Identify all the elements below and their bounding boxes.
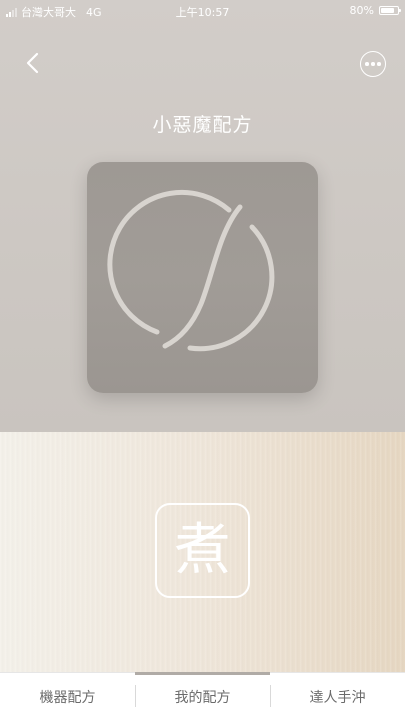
battery-icon (379, 6, 401, 15)
chevron-left-icon (26, 52, 39, 74)
status-time: 上午10:57 (175, 6, 230, 19)
battery-percent: 80% (349, 4, 374, 17)
recipe-card (87, 162, 318, 393)
page-title: 小惡魔配方 (152, 114, 253, 136)
tab-label: 機器配方 (39, 689, 96, 706)
cook-button-label: 煮 (174, 517, 231, 583)
more-horizontal-icon (365, 62, 369, 66)
recipe-logo-icon (107, 189, 275, 352)
tab-expert-pour-over[interactable]: 達人手沖 (270, 673, 405, 720)
status-bar-right: 80% (349, 4, 401, 17)
tab-label: 我的配方 (174, 689, 231, 706)
more-options-button[interactable] (360, 51, 386, 77)
header-area: 台灣大哥大 4G 上午10:57 80% 小惡魔配方 (0, 0, 405, 432)
tab-machine-recipes[interactable]: 機器配方 (0, 673, 135, 720)
back-button[interactable] (18, 48, 48, 78)
tab-my-recipes[interactable]: 我的配方 (135, 672, 270, 720)
cook-button[interactable]: 煮 (155, 503, 250, 598)
tab-bar: 機器配方 我的配方 達人手沖 (0, 672, 405, 720)
battery-level-fill (381, 8, 394, 13)
tab-label: 達人手沖 (309, 689, 366, 706)
status-bar: 台灣大哥大 4G 上午10:57 80% (0, 0, 405, 22)
